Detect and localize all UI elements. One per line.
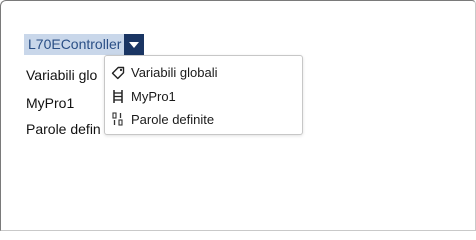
- list-item-variabili-globali[interactable]: Variabili glo: [26, 66, 97, 84]
- binary-icon: [110, 111, 126, 127]
- list-item-parole-definite[interactable]: Parole defin: [26, 120, 101, 138]
- caret-down-icon: [129, 41, 140, 48]
- menu-item-label: Parole definite: [131, 111, 215, 127]
- menu-item-parole-definite[interactable]: Parole definite: [110, 109, 297, 129]
- controller-selector-label[interactable]: L70EController: [24, 34, 125, 55]
- dropdown-toggle-button[interactable]: [124, 34, 145, 55]
- controller-dropdown-menu: Variabili globali MyPro1 Parole definite: [104, 55, 303, 135]
- menu-item-mypro1[interactable]: MyPro1: [110, 86, 297, 106]
- ladder-icon: [110, 88, 126, 104]
- controller-selector[interactable]: L70EController: [24, 34, 145, 55]
- window-frame: L70EController Variabili glo MyPro1 Paro…: [0, 0, 476, 231]
- menu-item-label: MyPro1: [131, 88, 176, 104]
- list-item-mypro1[interactable]: MyPro1: [26, 94, 74, 112]
- menu-item-label: Variabili globali: [131, 64, 218, 80]
- menu-item-variabili-globali[interactable]: Variabili globali: [110, 62, 297, 82]
- tag-icon: [110, 64, 126, 80]
